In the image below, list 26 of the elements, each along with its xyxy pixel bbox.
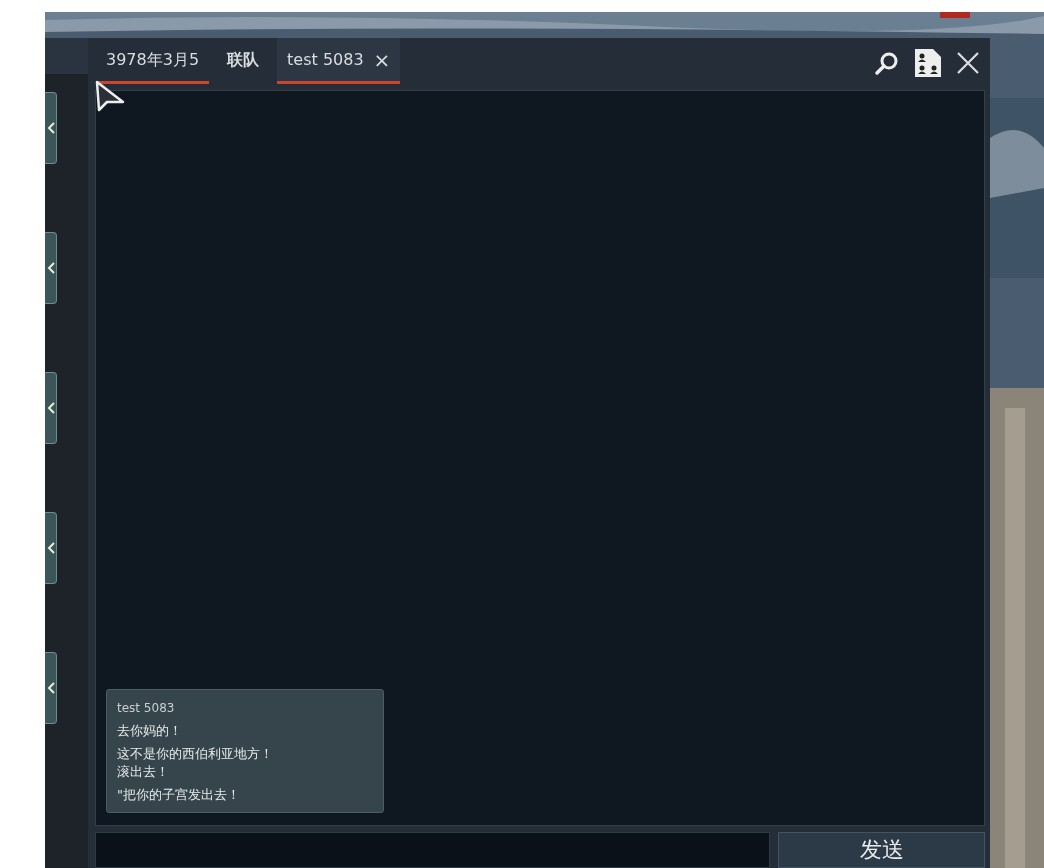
side-button[interactable] [45, 372, 57, 444]
send-button[interactable]: 发送 [778, 832, 985, 868]
message-text: "把你的子宫发出去！ [117, 786, 241, 804]
chevron-left-icon [46, 261, 55, 275]
side-button[interactable] [45, 512, 57, 584]
search-icon[interactable] [874, 50, 900, 76]
chevron-left-icon [46, 681, 55, 695]
side-button[interactable] [45, 92, 57, 164]
chevron-left-icon [46, 121, 55, 135]
chevron-left-icon [46, 541, 55, 555]
message-text: 去你妈的！ [117, 721, 183, 740]
sender-name: test 5083 [117, 699, 176, 716]
chat-tab[interactable]: 3978年3月5 [96, 38, 210, 84]
chat-tab[interactable]: test 5083 × [277, 38, 401, 84]
side-button[interactable] [45, 232, 57, 304]
cursor-icon [95, 80, 125, 112]
chevron-left-icon [46, 401, 55, 415]
close-icon[interactable] [956, 51, 980, 75]
chat-tab[interactable]: 联队 [209, 38, 278, 84]
message-text: 滚出去！ [117, 762, 170, 781]
close-tab-button[interactable]: × [373, 44, 391, 75]
message-text: 这不是你的西伯利亚地方！ [117, 745, 274, 763]
message-input[interactable] [95, 832, 770, 868]
side-button[interactable] [45, 652, 57, 724]
contacts-document-icon[interactable] [914, 48, 942, 78]
tab-label: test 5083 [287, 48, 364, 71]
